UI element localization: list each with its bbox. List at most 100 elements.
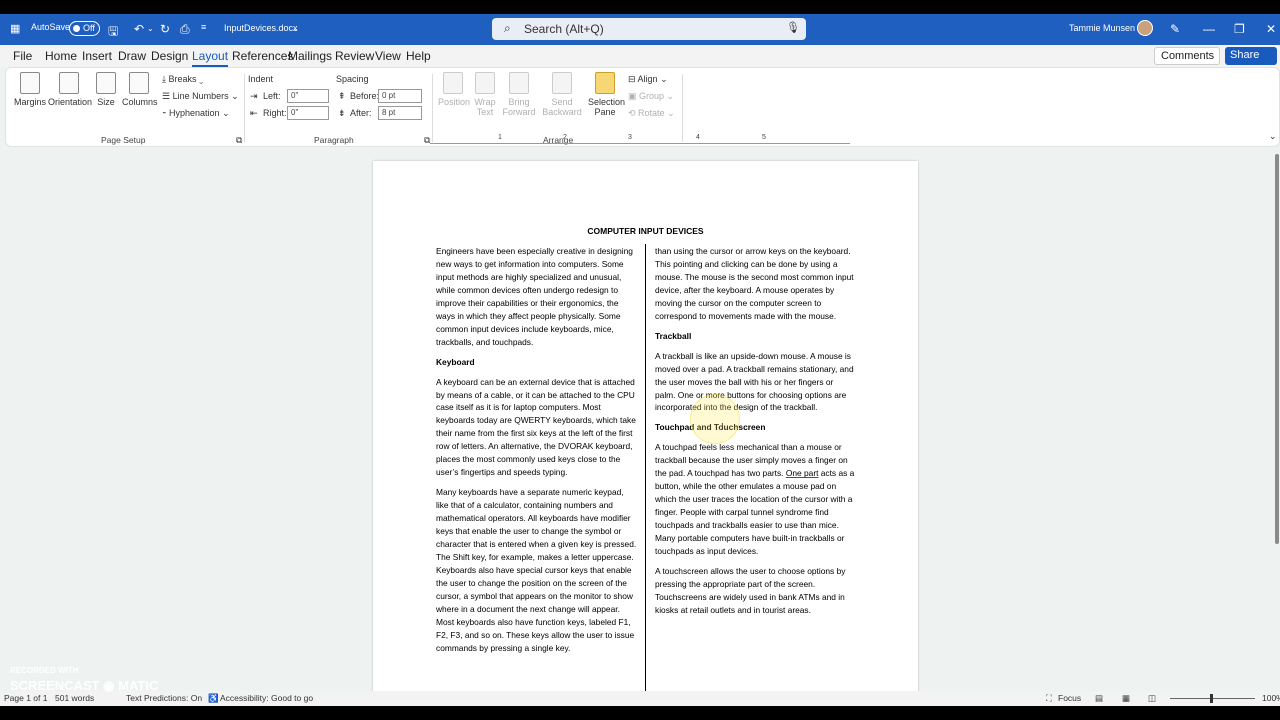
rotate-button[interactable]: ⟲ Rotate ⌄: [628, 108, 675, 119]
document-name[interactable]: InputDevices.docx: [224, 23, 298, 33]
spacing-after-input[interactable]: 8 pt: [378, 106, 422, 120]
share-button[interactable]: Share: [1225, 47, 1277, 65]
send-backward-button[interactable]: Send Backward: [542, 72, 582, 117]
undo-icon[interactable]: ↶: [134, 22, 144, 36]
document-page[interactable]: COMPUTER INPUT DEVICES Engineers have be…: [373, 161, 918, 706]
page-setup-group-label: Page Setup: [101, 135, 146, 145]
position-icon: [443, 72, 463, 94]
pen-icon[interactable]: ✎: [1170, 22, 1180, 36]
ruler-tick: 3: [628, 134, 632, 141]
bring-forward-button[interactable]: Bring Forward: [502, 72, 536, 117]
minimize-icon[interactable]: —: [1203, 22, 1215, 36]
ruler-tick: 5: [762, 134, 766, 141]
size-icon: [96, 72, 116, 94]
read-mode-icon[interactable]: ▤: [1095, 693, 1103, 704]
separator: [682, 74, 683, 142]
position-button[interactable]: Position: [438, 72, 470, 107]
tab-references[interactable]: References: [232, 49, 293, 63]
tab-insert[interactable]: Insert: [82, 49, 112, 63]
customize-qat-icon[interactable]: ≡: [201, 22, 206, 32]
wrap-text-icon: [475, 72, 495, 94]
horizontal-ruler[interactable]: 1 2 3 4 5: [430, 134, 850, 145]
autosave-toggle[interactable]: Off: [69, 21, 100, 36]
word-window: ▦ AutoSave Off 🖫 ↶ ⌄ ↻ ⎙ ≡ InputDevices.…: [0, 14, 1280, 706]
align-button[interactable]: ⊟ Align ⌄: [628, 74, 668, 85]
tab-draw[interactable]: Draw: [118, 49, 146, 63]
separator: [244, 74, 245, 142]
user-name[interactable]: Tammie Munsen: [1069, 23, 1135, 33]
close-icon[interactable]: ✕: [1266, 22, 1276, 36]
search-icon: ⌕: [504, 21, 511, 35]
wrap-text-button[interactable]: Wrap Text: [472, 72, 498, 117]
zoom-thumb[interactable]: [1210, 694, 1213, 703]
hyphenation-button[interactable]: ⁃ Hyphenation ⌄: [162, 108, 230, 119]
size-button[interactable]: Size: [94, 72, 118, 107]
print-layout-icon[interactable]: ▦: [1122, 693, 1130, 704]
orientation-button[interactable]: Orientation: [48, 72, 92, 107]
send-backward-icon: [552, 72, 572, 94]
heading-trackball: Trackball: [655, 330, 692, 341]
group-label: Group: [639, 91, 665, 101]
indent-left-input[interactable]: 0": [287, 89, 329, 103]
undo-dropdown-icon[interactable]: ⌄: [147, 24, 154, 33]
indent-right-label: Right:: [263, 108, 287, 118]
indent-label: Indent: [248, 74, 274, 84]
accessibility-status[interactable]: Accessibility: Good to go: [220, 693, 313, 703]
print-icon[interactable]: ⎙: [180, 22, 190, 37]
focus-button[interactable]: Focus: [1058, 693, 1081, 703]
vertical-scrollbar[interactable]: [1275, 154, 1279, 544]
selection-pane-button[interactable]: Selection Pane: [588, 72, 625, 117]
spacing-before-input[interactable]: 0 pt: [378, 89, 422, 103]
spacing-label: Spacing: [336, 74, 369, 84]
group-button[interactable]: ▣ Group ⌄: [628, 91, 674, 102]
ruler-tick: 4: [696, 134, 700, 141]
tab-layout[interactable]: Layout: [192, 49, 229, 67]
tab-help[interactable]: Help: [406, 49, 431, 63]
tab-mailings[interactable]: Mailings: [288, 49, 332, 63]
avatar[interactable]: [1137, 20, 1153, 36]
page-count[interactable]: Page 1 of 1: [4, 693, 47, 703]
text-cursor-icon: I: [721, 422, 724, 433]
word-count[interactable]: 501 words: [55, 693, 94, 703]
title-bar: ▦ AutoSave Off 🖫 ↶ ⌄ ↻ ⎙ ≡ InputDevices.…: [0, 14, 1280, 45]
page-setup-launcher-icon[interactable]: ⧉: [236, 135, 242, 146]
paragraph: than using the cursor or arrow keys on t…: [655, 246, 854, 321]
tab-home[interactable]: Home: [45, 49, 77, 63]
redo-icon[interactable]: ↻: [160, 22, 170, 36]
collapse-ribbon-icon[interactable]: ⌄: [1269, 131, 1277, 142]
comments-button[interactable]: Comments: [1154, 47, 1220, 65]
tab-review[interactable]: Review: [335, 49, 374, 63]
text-predictions[interactable]: Text Predictions: On: [126, 693, 202, 703]
tab-design[interactable]: Design: [151, 49, 188, 63]
indent-left-label: Left:: [263, 91, 281, 101]
margins-button[interactable]: Margins: [14, 72, 46, 107]
search-input[interactable]: ⌕ Search (Alt+Q) 🎙: [492, 18, 806, 40]
autosave-state: Off: [83, 23, 95, 33]
zoom-level[interactable]: 100%: [1262, 693, 1280, 703]
margins-label: Margins: [14, 97, 47, 107]
zoom-slider[interactable]: [1170, 694, 1255, 703]
save-icon[interactable]: 🖫: [108, 22, 118, 43]
margins-icon: [20, 72, 40, 94]
send-backward-label: Send Backward: [542, 97, 582, 117]
docname-chevron-down-icon[interactable]: ⌄: [292, 24, 299, 33]
indent-right-input[interactable]: 0": [287, 106, 329, 120]
line-numbers-button[interactable]: ☰ Line Numbers ⌄: [162, 91, 239, 102]
word-logo-icon: ▦: [10, 23, 21, 35]
tab-view[interactable]: View: [375, 49, 401, 63]
microphone-icon[interactable]: 🎙: [786, 21, 800, 34]
line-numbers-label: Line Numbers: [172, 91, 229, 101]
breaks-button[interactable]: ⤓ Breaks ⌄: [162, 74, 203, 85]
spacing-after-icon: ⇟: [338, 108, 346, 118]
column-2: than using the cursor or arrow keys on t…: [655, 245, 856, 624]
paragraph: Engineers have been especially creative …: [436, 246, 633, 347]
breaks-label: Breaks: [168, 74, 197, 84]
web-layout-icon[interactable]: ◫: [1148, 693, 1156, 704]
wrap-text-label: Wrap Text: [474, 97, 496, 117]
text-run: acts as a button, while the other emulat…: [655, 468, 855, 557]
columns-button[interactable]: Columns: [122, 72, 158, 107]
size-label: Size: [97, 97, 115, 107]
tab-file[interactable]: File: [13, 49, 32, 63]
restore-icon[interactable]: ❐: [1234, 22, 1245, 36]
separator: [432, 74, 433, 142]
